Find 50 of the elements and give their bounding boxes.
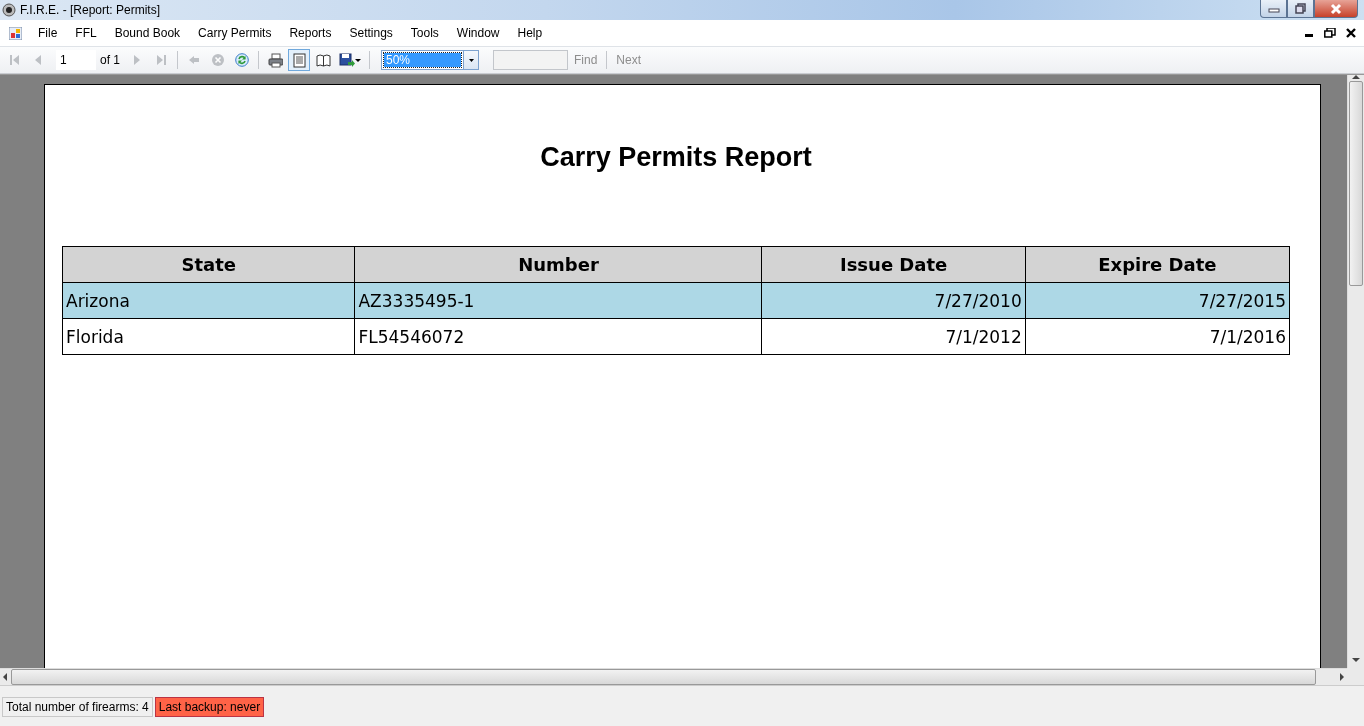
close-icon[interactable]	[1346, 28, 1356, 38]
menu-item[interactable]: Settings	[340, 22, 402, 44]
page-number-field[interactable]: 1	[56, 50, 96, 70]
horizontal-scrollbar[interactable]	[0, 668, 1347, 685]
table-cell: Florida	[62, 318, 355, 355]
minimize-button[interactable]	[1260, 0, 1287, 18]
menu-item[interactable]: Window	[447, 22, 509, 44]
menu-item[interactable]: File	[29, 22, 67, 44]
save-icon	[339, 52, 355, 68]
restore-icon[interactable]	[1324, 28, 1336, 38]
vertical-scrollbar[interactable]	[1347, 75, 1364, 668]
table-cell: 7/1/2012	[762, 318, 1026, 355]
page-layout-icon	[291, 52, 307, 68]
table-cell: Arizona	[62, 282, 355, 319]
report-title: Carry Permits Report	[539, 142, 813, 173]
caret-icon	[355, 58, 361, 62]
window-title: F.I.R.E. - [Report: Permits]	[20, 3, 162, 17]
book-icon	[315, 52, 331, 68]
firearm-count: Total number of firearms: 4	[2, 697, 153, 717]
refresh-icon	[234, 52, 250, 68]
stop-icon	[210, 52, 226, 68]
table-cell: FL54546072	[354, 318, 762, 355]
table-cell: 7/27/2010	[762, 282, 1026, 319]
restore-icon	[1295, 3, 1306, 14]
menu-item[interactable]: Tools	[401, 22, 448, 44]
table-cell: AZ3335495-1	[354, 282, 762, 319]
scroll-right-icon[interactable]	[1340, 673, 1344, 681]
page-count: of 1	[99, 53, 121, 67]
column-header: Number	[354, 246, 762, 283]
scroll-down-icon[interactable]	[1352, 658, 1360, 662]
scroll-left-icon[interactable]	[3, 673, 7, 681]
menu-item[interactable]: FFL	[66, 22, 106, 44]
menu-item[interactable]: Reports	[280, 22, 341, 44]
restore-button[interactable]	[1287, 0, 1314, 18]
menu-item[interactable]: Bound Book	[105, 22, 190, 44]
app-icon	[2, 3, 16, 17]
close-button[interactable]	[1314, 0, 1358, 18]
dropdown-arrow-icon	[468, 58, 474, 62]
column-header: State	[62, 246, 355, 283]
column-header: Expire Date	[1025, 246, 1290, 283]
menu-item[interactable]: Help	[508, 22, 552, 44]
backup-status: Last backup: never	[154, 697, 265, 717]
print-icon	[267, 52, 283, 68]
menu-item[interactable]: Carry Permits	[189, 22, 281, 44]
table-cell: 7/27/2015	[1025, 282, 1290, 319]
column-header: Issue Date	[762, 246, 1026, 283]
app-menu-icon[interactable]	[9, 26, 22, 40]
find-field[interactable]	[493, 50, 568, 70]
table-cell: 7/1/2016	[1025, 318, 1290, 355]
close-icon	[1330, 2, 1342, 15]
